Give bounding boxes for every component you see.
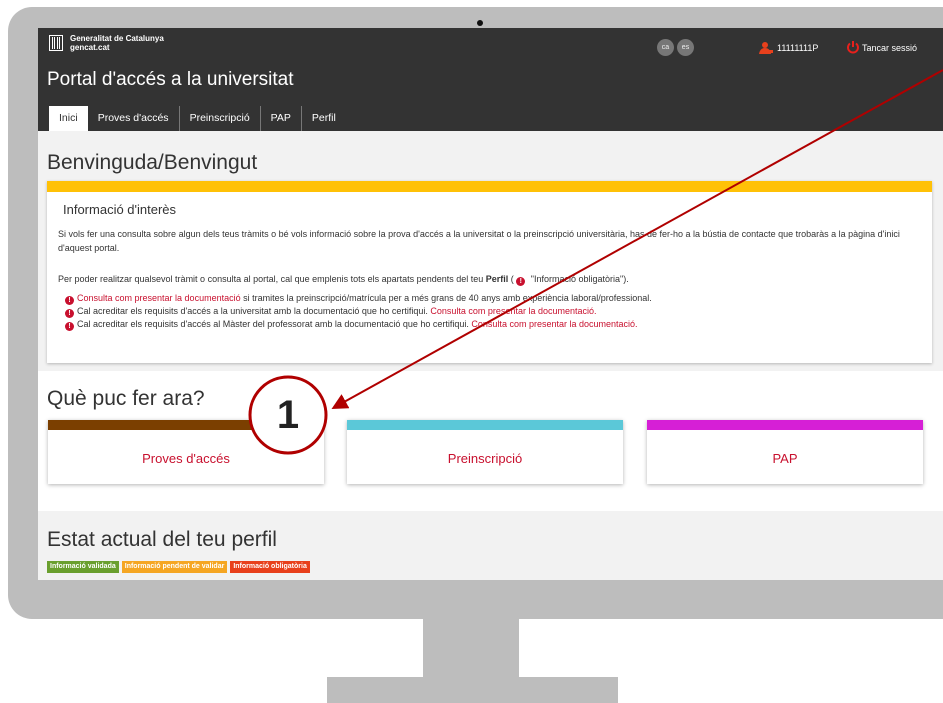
- bullet1-text: si tramites la preinscripció/matrícula p…: [240, 293, 652, 303]
- portal-title: Portal d'accés a la universitat: [47, 69, 294, 90]
- badge-validated: Informació validada: [47, 561, 119, 573]
- brand-line2: gencat.cat: [70, 43, 110, 52]
- status-legend: Informació validada Informació pendent d…: [47, 561, 310, 573]
- monitor-stand-neck: [423, 619, 519, 677]
- annotation-number: 1: [276, 393, 300, 437]
- welcome-title: Benvinguda/Benvingut: [47, 151, 258, 174]
- warning-icon: !: [65, 322, 74, 331]
- user-icon: [759, 42, 773, 54]
- badge-mandatory: Informació obligatòria: [230, 561, 310, 573]
- bullet-master: ! Cal acreditar els requisits d'accés al …: [65, 318, 652, 331]
- info-paragraph-contact: Si vols fer una consulta sobre algun del…: [58, 229, 900, 253]
- monitor-stand-base: [327, 677, 618, 703]
- bullet-40-anys: ! Consulta com presentar la documentació …: [65, 292, 652, 305]
- card-preinscripcio[interactable]: Preinscripció: [347, 420, 623, 484]
- what-can-i-do-section: Què puc fer ara? Proves d'accés Preinscr…: [38, 371, 943, 511]
- power-icon[interactable]: [846, 40, 860, 54]
- header-bar: Generalitat de Catalunya gencat.cat ca e…: [38, 28, 943, 131]
- lang-es-button[interactable]: es: [677, 39, 694, 56]
- card-label: PAP: [772, 451, 798, 466]
- info-box: Informació d'interès Si vols fer una con…: [47, 181, 932, 363]
- doc-link-2[interactable]: Consulta com presentar la documentació.: [430, 306, 596, 316]
- card-pap[interactable]: PAP: [647, 420, 923, 484]
- generalitat-brand[interactable]: Generalitat de Catalunya gencat.cat: [70, 34, 164, 52]
- monitor-camera: [477, 20, 483, 26]
- user-id[interactable]: 11111111P: [777, 43, 818, 53]
- tab-perfil[interactable]: Perfil: [302, 106, 346, 131]
- screen: Generalitat de Catalunya gencat.cat ca e…: [38, 28, 943, 580]
- bullet2-text: Cal acreditar els requisits d'accés a la…: [77, 306, 431, 316]
- status-title: Estat actual del teu perfil: [47, 528, 277, 551]
- what-title: Què puc fer ara?: [47, 387, 205, 410]
- doc-link-1[interactable]: Consulta com presentar la documentació: [77, 293, 241, 303]
- info-paragraph-profile: Per poder realitzar qualsevol tràmit o c…: [58, 272, 920, 286]
- brand-line1: Generalitat de Catalunya: [70, 34, 164, 43]
- info-title: Informació d'interès: [63, 202, 177, 217]
- bullet-universitat: ! Cal acreditar els requisits d'accés a l…: [65, 305, 652, 318]
- doc-link-3[interactable]: Consulta com presentar la documentació.: [471, 319, 637, 329]
- main-tabs: Inici Proves d'accés Preinscripció PAP P…: [49, 106, 346, 131]
- generalitat-logo-icon[interactable]: [49, 35, 63, 51]
- tab-proves-acces[interactable]: Proves d'accés: [88, 106, 180, 131]
- para2-prefix: Per poder realitzar qualsevol tràmit o c…: [58, 274, 486, 284]
- tab-preinscripcio[interactable]: Preinscripció: [180, 106, 261, 131]
- tab-pap[interactable]: PAP: [261, 106, 302, 131]
- badge-pending: Informació pendent de validar: [121, 561, 228, 573]
- tab-inici[interactable]: Inici: [49, 106, 88, 131]
- warning-icon: !: [65, 309, 74, 318]
- para2-suffix: "Informació obligatòria").: [528, 274, 629, 284]
- logout-link[interactable]: Tancar sessió: [862, 43, 917, 53]
- warning-icon: !: [65, 296, 74, 305]
- lang-ca-button[interactable]: ca: [657, 39, 674, 56]
- card-label: Preinscripció: [447, 451, 523, 466]
- bullet3-text: Cal acreditar els requisits d'accés al M…: [77, 319, 472, 329]
- profile-bold: Perfil: [485, 274, 509, 284]
- warning-icon: !: [516, 277, 526, 286]
- para2-mid: (: [508, 274, 517, 284]
- info-bullets: ! Consulta com presentar la documentació …: [65, 292, 652, 331]
